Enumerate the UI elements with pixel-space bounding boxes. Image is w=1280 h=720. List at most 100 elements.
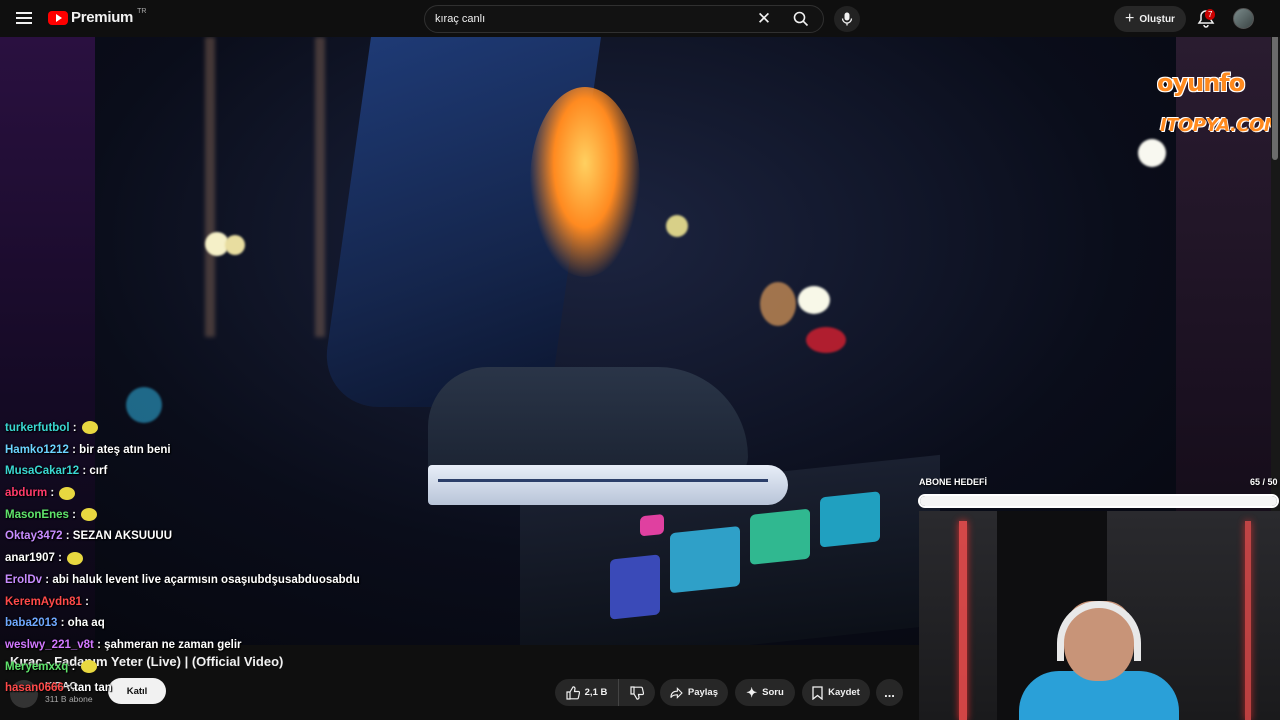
- chat-text: SEZAN AKSUUUU: [72, 530, 173, 543]
- subscriber-goal-label: ABONE HEDEFİ: [919, 477, 988, 487]
- led-strip: [959, 521, 967, 720]
- search-input[interactable]: [425, 6, 749, 32]
- clear-search-icon[interactable]: ✕: [749, 6, 779, 32]
- chat-emote-icon: [67, 551, 84, 565]
- chat-separator: :: [57, 617, 68, 630]
- flame-effect: [530, 87, 640, 277]
- chat-emote-icon: [59, 486, 76, 500]
- search-box: ✕: [424, 5, 824, 33]
- streamer-webcam: [919, 511, 1280, 720]
- like-button[interactable]: 2,1 B: [555, 679, 619, 706]
- chat-text: şahmeran ne zaman gelir: [104, 638, 242, 651]
- youtube-logo-icon: [48, 10, 68, 25]
- menu-icon[interactable]: [14, 9, 34, 29]
- sponsor-logo-itopya: ITOPYA.COM: [1160, 115, 1271, 136]
- share-button[interactable]: Paylaş: [660, 679, 728, 706]
- chat-separator: :: [81, 595, 89, 608]
- bokeh-light: [1138, 139, 1166, 167]
- logo-text: Premium: [71, 9, 134, 26]
- chat-username[interactable]: hasan0666: [5, 682, 64, 694]
- chat-text: cırf: [89, 465, 108, 478]
- streamer: [1019, 601, 1179, 720]
- chat-username[interactable]: Meryemxxq: [5, 661, 68, 673]
- account-avatar[interactable]: [1233, 8, 1254, 29]
- chat-emote-icon: [81, 421, 98, 435]
- microphone-icon: [841, 12, 853, 26]
- search-button[interactable]: [779, 6, 823, 32]
- chat-username[interactable]: turkerfutbol: [5, 422, 70, 434]
- headphones: [1057, 601, 1141, 661]
- create-button[interactable]: + Oluştur: [1114, 6, 1186, 32]
- bokeh-light: [666, 215, 688, 237]
- dislike-button[interactable]: [619, 679, 655, 706]
- chat-emote-icon: [81, 508, 98, 522]
- more-actions-button[interactable]: ...: [876, 679, 903, 706]
- chat-message: Hamko1212 : bir ateş atın beni: [5, 440, 425, 462]
- sponsor-logo-oyunfor: oyunfo: [1157, 69, 1245, 97]
- ask-button[interactable]: ✦ Soru: [735, 679, 795, 706]
- chat-message: hasan0666 : tan tan: [5, 678, 425, 700]
- chat-username[interactable]: weslwy_221_v8t: [5, 639, 94, 651]
- chat-username[interactable]: baba2013: [5, 617, 57, 629]
- chat-text: tan tan: [74, 682, 112, 695]
- bokeh-light: [225, 235, 245, 255]
- sneaker: [428, 367, 798, 517]
- chat-text: abi haluk levent live açarmısın osaşıubd…: [52, 573, 360, 586]
- subscriber-goal-fill: [920, 496, 1277, 506]
- chat-message: turkerfutbol :: [5, 418, 425, 440]
- share-icon: [670, 686, 683, 699]
- chat-separator: :: [68, 660, 79, 673]
- chat-username[interactable]: Oktay3472: [5, 530, 63, 542]
- chat-separator: :: [68, 508, 80, 521]
- voice-search-button[interactable]: [834, 6, 860, 32]
- chat-username[interactable]: anar1907: [5, 552, 55, 564]
- bokeh-light: [806, 327, 846, 353]
- chat-username[interactable]: KeremAydn81: [5, 596, 82, 608]
- chat-message: ErolDv : abi haluk levent live açarmısın…: [5, 570, 425, 592]
- stage-truss: [205, 37, 325, 337]
- chat-message: Oktay3472 : SEZAN AKSUUUU: [5, 526, 425, 548]
- more-icon: ...: [884, 685, 895, 700]
- chat-separator: :: [42, 573, 53, 586]
- bokeh-light: [760, 282, 796, 326]
- subscriber-goal-bar: [918, 494, 1279, 508]
- chat-separator: :: [47, 487, 58, 500]
- chat-username[interactable]: MasonEnes: [5, 509, 69, 521]
- thumbs-down-icon: [630, 685, 644, 700]
- chat-username[interactable]: MusaCakar12: [5, 465, 79, 477]
- pedal: [640, 513, 664, 537]
- chat-separator: :: [69, 422, 80, 434]
- bokeh-light: [798, 286, 830, 314]
- masthead: Premium TR ✕ + Oluştur 7: [0, 0, 1280, 37]
- app-root: Premium TR ✕ + Oluştur 7: [0, 0, 1280, 720]
- save-button[interactable]: Kaydet: [802, 679, 870, 706]
- chat-username[interactable]: abdurm: [5, 487, 47, 499]
- search-icon: [793, 11, 809, 27]
- chat-message: abdurm :: [5, 483, 425, 505]
- subscriber-goal-count: 65 / 50: [1250, 477, 1278, 487]
- create-label: Oluştur: [1139, 13, 1175, 25]
- chat-username[interactable]: ErolDv: [5, 574, 42, 586]
- thumbs-up-icon: [566, 685, 580, 700]
- bookmark-icon: [812, 685, 823, 700]
- live-chat-overlay: turkerfutbol : Hamko1212 : bir ateş atın…: [5, 418, 425, 700]
- chat-separator: :: [54, 552, 66, 565]
- plus-icon: +: [1125, 10, 1135, 27]
- chat-message: MusaCakar12 : cırf: [5, 461, 425, 483]
- logo-region: TR: [137, 8, 147, 15]
- pedal: [820, 491, 880, 548]
- led-strip: [1245, 521, 1251, 720]
- chat-separator: :: [63, 682, 75, 695]
- chat-separator: :: [93, 638, 105, 651]
- chat-username[interactable]: Hamko1212: [5, 444, 69, 456]
- ask-label: Soru: [762, 687, 784, 698]
- sparkle-icon: ✦: [746, 684, 758, 700]
- chat-separator: :: [79, 465, 90, 478]
- chat-message: baba2013 : oha aq: [5, 613, 425, 635]
- youtube-premium-logo[interactable]: Premium TR: [48, 8, 147, 26]
- chat-message: KeremAydn81 :: [5, 592, 425, 614]
- chat-message: MasonEnes :: [5, 505, 425, 527]
- pedal: [670, 525, 740, 594]
- chat-separator: :: [62, 530, 73, 543]
- chat-separator: :: [68, 443, 80, 456]
